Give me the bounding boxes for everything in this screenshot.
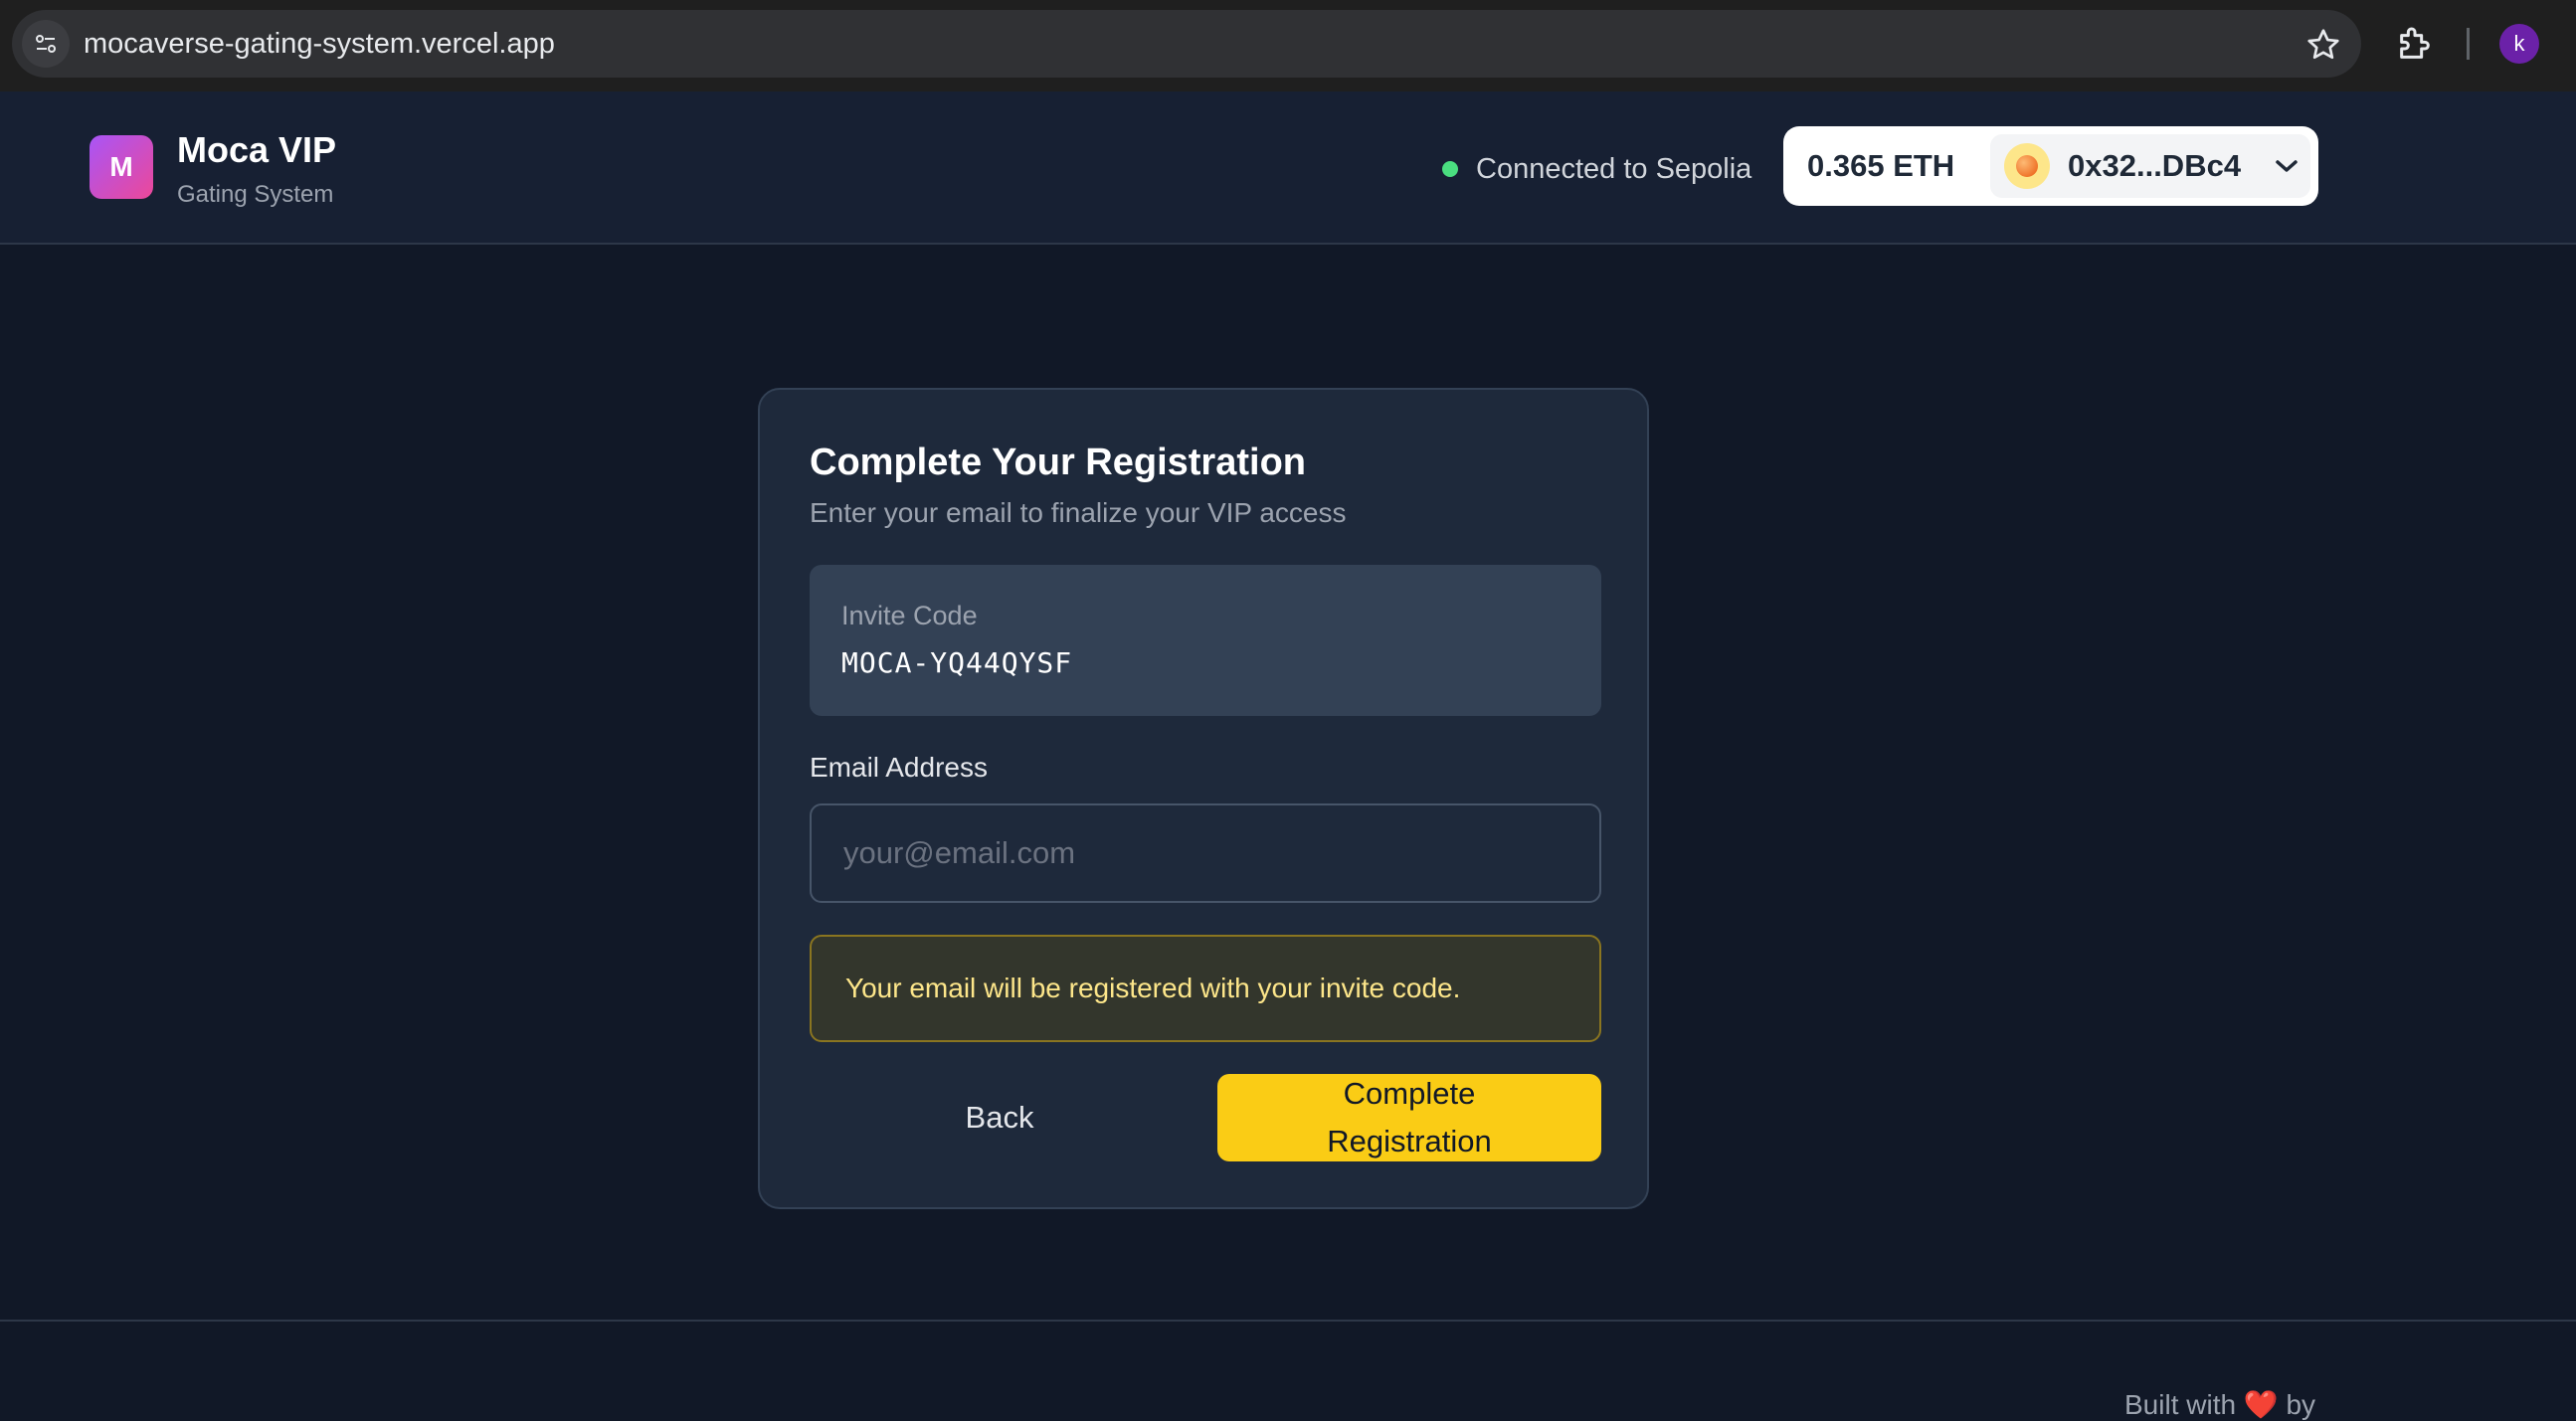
wallet-address: 0x32...DBc4 (2068, 148, 2242, 183)
site-settings-icon[interactable] (22, 20, 70, 68)
wallet-connect-button[interactable]: 0.365 ETH 0x32...DBc4 (1783, 126, 2318, 206)
address-bar[interactable]: mocaverse-gating-system.vercel.app (12, 10, 2361, 78)
connected-dot-icon (1442, 161, 1458, 177)
heart-icon: ❤️ (2243, 1389, 2279, 1420)
footer-by: by (2286, 1389, 2316, 1420)
complete-registration-button[interactable]: Complete Registration (1217, 1074, 1601, 1161)
email-input[interactable] (810, 803, 1601, 903)
email-label: Email Address (810, 752, 988, 783)
footer-credit: Built with ❤️ by (2124, 1388, 2315, 1421)
card-title: Complete Your Registration (810, 442, 1306, 483)
footer-divider (0, 1320, 2576, 1322)
app-header: M Moca VIP Gating System Connected to Se… (0, 91, 2576, 245)
invite-code-label: Invite Code (841, 601, 978, 630)
browser-toolbar: mocaverse-gating-system.vercel.app k (0, 0, 2576, 91)
app-title: Moca VIP (177, 129, 337, 170)
url-text[interactable]: mocaverse-gating-system.vercel.app (84, 10, 555, 78)
invite-code-value: MOCA-YQ44QYSF (841, 646, 1073, 679)
back-button[interactable]: Back (810, 1074, 1190, 1161)
complete-registration-label: Complete Registration (1327, 1076, 1492, 1158)
account-button[interactable]: 0x32...DBc4 (1990, 134, 2310, 198)
info-notice: Your email will be registered with your … (810, 935, 1601, 1042)
extensions-puzzle-icon[interactable] (2395, 24, 2435, 64)
registration-card: Complete Your Registration Enter your em… (758, 388, 1649, 1209)
account-avatar-icon (2004, 143, 2050, 189)
notice-text: Your email will be registered with your … (845, 973, 1461, 1003)
profile-avatar[interactable]: k (2499, 24, 2539, 64)
wallet-balance[interactable]: 0.365 ETH (1807, 126, 1954, 206)
app-logo: M (90, 135, 153, 199)
card-subtitle: Enter your email to finalize your VIP ac… (810, 497, 1347, 528)
network-status-label: Connected to Sepolia (1476, 152, 1752, 185)
network-status: Connected to Sepolia (1442, 151, 1751, 187)
invite-code-box: Invite Code MOCA-YQ44QYSF (810, 565, 1601, 716)
toolbar-divider (2467, 28, 2470, 60)
bookmark-star-icon[interactable] (2305, 27, 2341, 63)
app-subtitle: Gating System (177, 181, 334, 208)
footer-built-with: Built with (2124, 1389, 2237, 1420)
chevron-down-icon (2276, 160, 2298, 172)
